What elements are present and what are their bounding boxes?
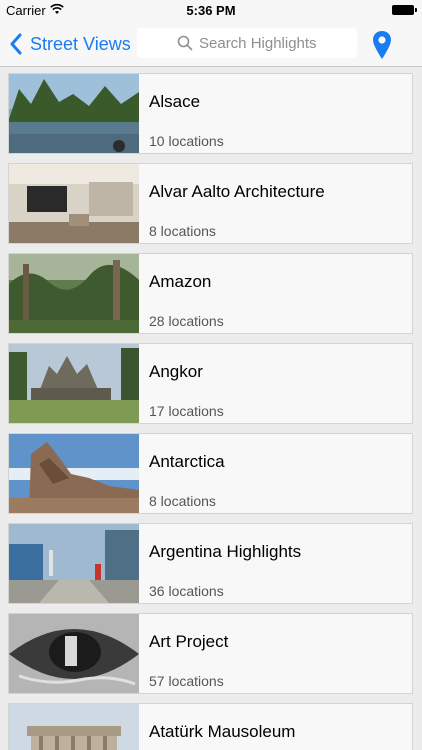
item-subtitle: 8 locations [149, 223, 216, 239]
search-field[interactable] [137, 28, 357, 58]
list-item[interactable]: Atatürk Mausoleum [8, 703, 413, 750]
status-bar: Carrier 5:36 PM [0, 0, 422, 22]
back-button[interactable]: Street Views [8, 30, 131, 58]
item-title: Alvar Aalto Architecture [149, 182, 325, 201]
thumbnail-image [9, 524, 139, 603]
item-subtitle: 10 locations [149, 133, 224, 149]
item-subtitle: 17 locations [149, 403, 224, 419]
item-title: Angkor [149, 362, 203, 381]
search-icon [177, 35, 193, 51]
map-pin-icon[interactable] [372, 30, 392, 60]
list-item[interactable]: Argentina Highlights 36 locations [8, 523, 413, 604]
chevron-left-icon [10, 33, 22, 55]
item-subtitle: 8 locations [149, 493, 216, 509]
thumbnail-image [9, 434, 139, 513]
list-item[interactable]: Alvar Aalto Architecture 8 locations [8, 163, 413, 244]
list-item[interactable]: Antarctica 8 locations [8, 433, 413, 514]
thumbnail-image [9, 74, 139, 153]
item-title: Atatürk Mausoleum [149, 722, 296, 741]
item-title: Alsace [149, 92, 201, 111]
screen: Carrier 5:36 PM Street Views Search High… [0, 0, 422, 750]
thumbnail-image [9, 614, 139, 693]
thumbnail-image [9, 704, 139, 750]
thumbnail-image [9, 344, 139, 423]
list-item[interactable]: Angkor 17 locations [8, 343, 413, 424]
status-time: 5:36 PM [186, 3, 236, 18]
list-item[interactable]: Art Project 57 locations [8, 613, 413, 694]
item-title: Amazon [149, 272, 212, 291]
thumbnail-image [9, 164, 139, 243]
item-title: Argentina Highlights [149, 542, 302, 561]
item-title: Art Project [149, 632, 229, 651]
back-label: Street Views [30, 33, 131, 54]
list-item[interactable]: Alsace 10 locations [8, 73, 413, 154]
item-subtitle: 36 locations [149, 583, 224, 599]
battery-icon [392, 5, 417, 15]
item-title: Antarctica [149, 452, 225, 471]
item-subtitle: 57 locations [149, 673, 224, 689]
item-subtitle: 28 locations [149, 313, 224, 329]
search-input[interactable] [199, 34, 349, 52]
navigation-bar: Street Views [0, 22, 422, 67]
thumbnail-image [9, 254, 139, 333]
list-item[interactable]: Amazon 28 locations [8, 253, 413, 334]
